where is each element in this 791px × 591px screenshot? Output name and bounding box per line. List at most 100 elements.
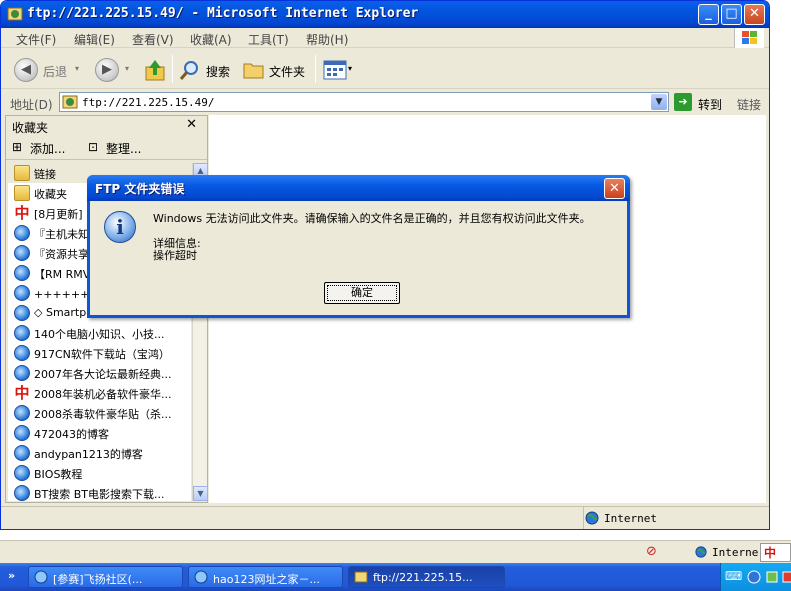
ie-page-icon bbox=[14, 245, 30, 261]
address-dropdown-icon[interactable]: ▼ bbox=[651, 94, 667, 110]
ie-page-icon bbox=[14, 485, 30, 501]
toolbar-separator bbox=[172, 55, 173, 83]
ftp-folder-icon bbox=[354, 571, 368, 583]
windows-logo-icon bbox=[734, 28, 764, 48]
search-button-label[interactable]: 搜索 bbox=[206, 63, 230, 80]
system-tray: ⌨ bbox=[720, 563, 791, 591]
taskbar-button-label: [参赛]飞扬社区(... bbox=[53, 573, 143, 586]
ie-page-icon bbox=[14, 365, 30, 381]
refresh-icon[interactable] bbox=[747, 570, 761, 584]
info-icon: i bbox=[104, 211, 136, 243]
status-zone-text: Internet bbox=[604, 512, 657, 525]
favorite-item[interactable]: BT搜索 BT电影搜索下载... bbox=[8, 483, 191, 501]
organize-favorites-icon[interactable]: ⊡ bbox=[88, 140, 98, 154]
ie-page-icon bbox=[14, 285, 30, 301]
back-dropdown-icon[interactable]: ▾ bbox=[75, 64, 79, 73]
ie-page-icon bbox=[14, 265, 30, 281]
ftp-folder-icon bbox=[7, 7, 23, 21]
links-button[interactable]: 链接 bbox=[737, 96, 761, 113]
menu-file[interactable]: 文件(F) bbox=[16, 31, 56, 48]
add-favorite-button[interactable]: 添加... bbox=[30, 140, 65, 157]
alert-icon[interactable] bbox=[781, 570, 791, 584]
ok-button[interactable]: 确定 bbox=[324, 282, 400, 304]
favorite-item[interactable]: 140个电脑小知识、小技... bbox=[8, 323, 191, 343]
views-dropdown-icon[interactable]: ▾ bbox=[348, 64, 352, 73]
status-bar: Internet bbox=[1, 506, 769, 529]
taskbar-button[interactable]: [参赛]飞扬社区(... bbox=[28, 566, 183, 588]
taskbar-button-label: hao123网址之家－... bbox=[213, 573, 320, 586]
favorite-item[interactable]: BIOS教程 bbox=[8, 463, 191, 483]
ftp-error-dialog: FTP 文件夹错误 ✕ i Windows 无法访问此文件夹。请确保输入的文件名… bbox=[87, 175, 630, 318]
ie-page-icon bbox=[14, 305, 30, 321]
ime-indicator[interactable]: 中 bbox=[760, 543, 791, 562]
favorites-actions: ⊞ 添加... ⊡ 整理... bbox=[6, 136, 207, 160]
taskbar-button-label: ftp://221.225.15... bbox=[373, 571, 473, 584]
go-arrow-icon: ➜ bbox=[674, 93, 692, 111]
taskbar-button[interactable]: hao123网址之家－... bbox=[188, 566, 343, 588]
menu-help[interactable]: 帮助(H) bbox=[306, 31, 348, 48]
views-icon[interactable] bbox=[323, 60, 347, 80]
menu-edit[interactable]: 编辑(E) bbox=[74, 31, 115, 48]
desktop-area bbox=[0, 530, 791, 540]
toolbar-separator bbox=[315, 55, 316, 83]
favorites-title: 收藏夹 bbox=[12, 121, 49, 135]
back-button-label[interactable]: 后退 bbox=[43, 63, 67, 80]
window-title: ftp://221.225.15.49/ - Microsoft Interne… bbox=[27, 6, 419, 21]
favorite-item[interactable]: 2007年各大论坛最新经典... bbox=[8, 363, 191, 383]
security-icon[interactable]: ⊘ bbox=[646, 544, 664, 560]
favorites-close-button[interactable]: ✕ bbox=[186, 117, 197, 132]
address-value[interactable]: ftp://221.225.15.49/ bbox=[82, 96, 214, 109]
ftp-folder-icon bbox=[62, 95, 78, 109]
folders-icon[interactable] bbox=[243, 60, 265, 80]
up-folder-icon[interactable] bbox=[144, 58, 166, 82]
folders-button-label[interactable]: 文件夹 bbox=[269, 63, 305, 80]
go-button-label: 转到 bbox=[698, 98, 723, 112]
taskbar-button-active[interactable]: ftp://221.225.15... bbox=[348, 566, 505, 588]
search-icon[interactable] bbox=[179, 59, 201, 81]
close-button[interactable]: ✕ bbox=[744, 4, 765, 25]
zone-text: Interne bbox=[712, 546, 759, 559]
add-favorite-icon[interactable]: ⊞ bbox=[12, 140, 22, 154]
back-arrow-icon[interactable]: ◀ bbox=[14, 58, 38, 82]
ie-page-icon bbox=[14, 465, 30, 481]
favorite-item[interactable]: 917CN软件下载站（宝鸿） bbox=[8, 343, 191, 363]
minimize-button[interactable]: _ bbox=[698, 4, 719, 25]
address-bar: 地址(D) ftp://221.225.15.49/ ▼ ➜ 转到 链接 bbox=[1, 90, 769, 114]
favorite-item[interactable]: 中 2008年装机必备软件豪华... bbox=[8, 383, 191, 403]
favorites-header: 收藏夹 ✕ bbox=[6, 116, 207, 136]
organize-favorites-button[interactable]: 整理... bbox=[106, 140, 141, 157]
favorite-item[interactable]: 472043的博客 bbox=[8, 423, 191, 443]
ie-page-icon bbox=[14, 225, 30, 241]
network-icon[interactable] bbox=[765, 570, 779, 584]
ie-icon bbox=[34, 570, 48, 584]
forward-arrow-icon[interactable]: ▶ bbox=[95, 58, 119, 82]
toolbar: ◀ 后退 ▾ ▶ ▾ 搜索 文件夹 ▾ bbox=[1, 49, 769, 89]
ie-page-icon bbox=[14, 345, 30, 361]
quick-launch-expand-icon[interactable]: » bbox=[8, 569, 15, 582]
window-titlebar[interactable]: ftp://221.225.15.49/ - Microsoft Interne… bbox=[1, 1, 769, 28]
dialog-titlebar[interactable]: FTP 文件夹错误 ✕ bbox=[87, 175, 630, 201]
globe-icon bbox=[585, 511, 599, 525]
favorite-item[interactable]: 2008杀毒软件豪华贴（杀... bbox=[8, 403, 191, 423]
maximize-button[interactable]: □ bbox=[721, 4, 742, 25]
address-input[interactable]: ftp://221.225.15.49/ ▼ bbox=[59, 92, 669, 112]
favorite-item[interactable]: andypan1213的博客 bbox=[8, 443, 191, 463]
ie-page-icon bbox=[14, 445, 30, 461]
go-button[interactable]: ➜ 转到 bbox=[674, 93, 730, 112]
menu-favorites[interactable]: 收藏(A) bbox=[190, 31, 232, 48]
menu-tools[interactable]: 工具(T) bbox=[248, 31, 289, 48]
dialog-close-button[interactable]: ✕ bbox=[604, 178, 625, 199]
globe-icon bbox=[695, 546, 707, 558]
keyboard-icon[interactable]: ⌨ bbox=[725, 569, 742, 583]
scroll-down-icon[interactable]: ▼ bbox=[193, 486, 208, 501]
china-logo-icon: 中 bbox=[14, 384, 30, 402]
ie-icon bbox=[194, 570, 208, 584]
folder-icon bbox=[14, 185, 30, 201]
folder-icon bbox=[14, 165, 30, 181]
forward-dropdown-icon[interactable]: ▾ bbox=[125, 64, 129, 73]
dialog-message: Windows 无法访问此文件夹。请确保输入的文件名是正确的，并且您有权访问此文… bbox=[153, 212, 591, 225]
ie-page-icon bbox=[14, 325, 30, 341]
dialog-title: FTP 文件夹错误 bbox=[95, 182, 185, 196]
menu-view[interactable]: 查看(V) bbox=[132, 31, 174, 48]
menu-bar: 文件(F) 编辑(E) 查看(V) 收藏(A) 工具(T) 帮助(H) bbox=[1, 28, 769, 48]
